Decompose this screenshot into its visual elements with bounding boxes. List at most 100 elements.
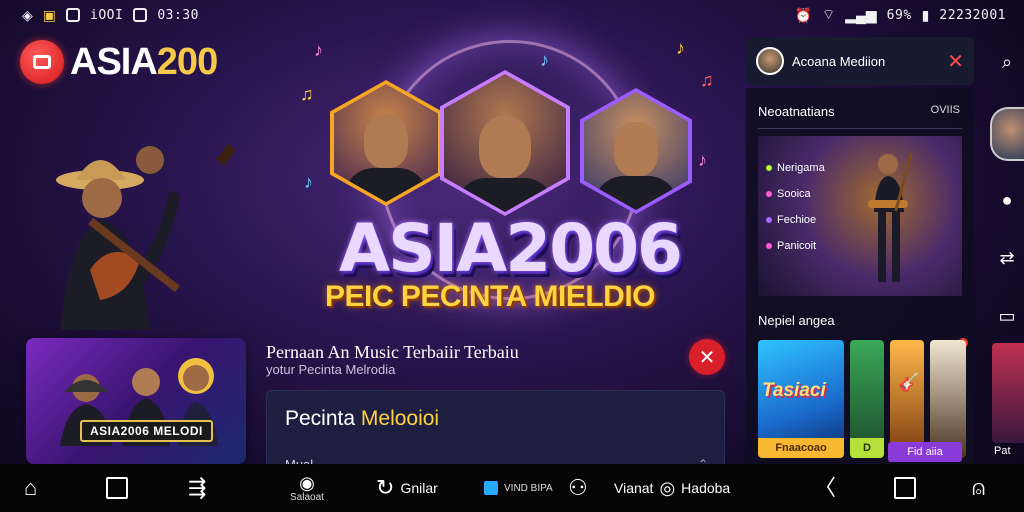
nav-profile[interactable]: ⚇ bbox=[568, 464, 588, 512]
signal-icon: ▂▄▆ bbox=[845, 6, 877, 23]
thumbnail-card[interactable]: 🎸 bbox=[890, 340, 924, 458]
nav-refresh[interactable]: ↻ Gnilar bbox=[376, 464, 438, 512]
cast-icon[interactable]: ▭ bbox=[994, 303, 1020, 329]
shield-icon: ◈ bbox=[22, 6, 33, 23]
nav-radio[interactable]: Vianat ◎ Hadoba bbox=[614, 464, 730, 512]
music-section-subtitle: yotur Pecinta Melrodia bbox=[266, 362, 396, 377]
see-more-link[interactable]: OVIIS bbox=[931, 104, 960, 116]
chat-icon[interactable]: ● bbox=[994, 187, 1020, 213]
featured-artist-card[interactable]: Nerigama Sooica Fechioe Panicoit bbox=[758, 136, 962, 296]
artist-face bbox=[364, 114, 408, 168]
genre-label: Fechioe bbox=[777, 214, 817, 226]
side-rail: ⌕ ● ⇄ ▭ Pat bbox=[988, 37, 1024, 467]
recent-thumbnails: Tasiaci Fnaacoao D 🎸 bbox=[758, 340, 966, 458]
close-button[interactable]: ✕ bbox=[689, 339, 725, 375]
refresh-icon: ↻ bbox=[376, 475, 395, 500]
avatar[interactable] bbox=[756, 47, 784, 75]
thumbnail-caption: D bbox=[850, 438, 884, 458]
search-card-highlight: Melooioi bbox=[360, 407, 440, 430]
right-panel-title: Acoana Mediion bbox=[792, 53, 886, 69]
status-bar: ◈ ▣ iOOI 03:30 ⏰ ⌔ ▂▄▆ 69% ▮ 22232001 bbox=[0, 0, 1024, 30]
music-note-icon: ♪ bbox=[698, 150, 707, 170]
radio-icon: ◎ bbox=[659, 478, 676, 498]
music-note-icon: ♪ bbox=[314, 40, 323, 60]
thumbnail-caption: Fnaacoao bbox=[758, 438, 844, 458]
music-note-icon: ♪ bbox=[304, 172, 313, 192]
record-icon: ◉ bbox=[299, 472, 315, 493]
genre-label: Nerigama bbox=[777, 162, 825, 174]
music-note-icon: ♪ bbox=[676, 38, 685, 58]
home-icon: ⌂ bbox=[24, 475, 38, 500]
status-right-text: 22232001 bbox=[939, 7, 1006, 23]
genre-label: Sooica bbox=[777, 188, 811, 200]
nav-radio-label: Hadoba bbox=[681, 480, 731, 496]
guitar-icon: 🎸 bbox=[898, 372, 921, 392]
nav-library[interactable] bbox=[106, 464, 128, 512]
genre-item[interactable]: Nerigama bbox=[766, 162, 825, 174]
nav-share[interactable]: ⇶ bbox=[188, 464, 206, 512]
shuffle-icon[interactable]: ⇄ bbox=[994, 245, 1020, 271]
app-logo[interactable]: ASIA200 bbox=[20, 40, 218, 84]
thumbnail-caption-wide: Fid aiia bbox=[888, 442, 962, 462]
battery-level: 69% bbox=[886, 7, 912, 23]
genre-item[interactable]: Sooica bbox=[766, 188, 825, 200]
back-icon: 〈 bbox=[814, 475, 837, 500]
bullet-icon bbox=[766, 217, 772, 223]
nav-recents[interactable] bbox=[894, 464, 916, 512]
thumbnail-card[interactable]: Tasiaci Fnaacoao bbox=[758, 340, 844, 458]
nav-record-label: Salaoat bbox=[290, 491, 324, 503]
featured-artist-illustration bbox=[868, 152, 913, 282]
artist-face bbox=[614, 122, 658, 176]
status-left-text: iOOI bbox=[90, 7, 124, 23]
bullet-icon bbox=[766, 243, 772, 249]
artist-face bbox=[479, 116, 531, 178]
genre-item[interactable]: Fechioe bbox=[766, 214, 825, 226]
guitarist-illustration bbox=[56, 144, 237, 330]
nav-record[interactable]: ◉ Salaoat bbox=[290, 464, 324, 512]
image-icon bbox=[66, 8, 81, 22]
nav-refresh-label: Gnilar bbox=[400, 480, 438, 496]
nav-home[interactable]: ⌂ bbox=[24, 464, 37, 512]
nav-qr[interactable]: VIND BIPA bbox=[484, 464, 553, 512]
recent-section-title: Nepiel angea bbox=[758, 313, 835, 328]
genre-label: Panicoit bbox=[777, 240, 817, 252]
promo-card[interactable]: ASIA2006 MELODI bbox=[26, 338, 246, 464]
right-panel-header[interactable]: Acoana Mediion ✕ bbox=[746, 37, 974, 85]
close-icon: ✕ bbox=[698, 346, 716, 369]
music-note-icon: ♫ bbox=[300, 84, 314, 104]
logo-text-part-a: ASIA bbox=[70, 40, 158, 83]
music-note-icon: ♪ bbox=[540, 50, 549, 70]
alarm-icon: ⏰ bbox=[794, 6, 813, 23]
search-icon[interactable]: ⌕ bbox=[994, 49, 1020, 75]
genre-item[interactable]: Panicoit bbox=[766, 240, 825, 252]
recents-icon bbox=[894, 477, 916, 499]
nav-back[interactable]: 〈 bbox=[814, 464, 836, 512]
divider bbox=[758, 128, 962, 129]
profile-icon: ⚇ bbox=[568, 475, 588, 500]
search-card-title: Pecinta Melooioi bbox=[285, 407, 439, 431]
bottom-navigation: ⌂ ⇶ ◉ Salaoat ↻ Gnilar VIND BIPA ⚇ Viana… bbox=[0, 464, 1024, 512]
search-card-prefix: Pecinta bbox=[285, 407, 356, 430]
logo-wordmark: ASIA200 bbox=[70, 40, 218, 84]
music-note-icon: ♫ bbox=[700, 70, 714, 90]
thumbnail-logo: Tasiaci bbox=[762, 380, 826, 401]
bullet-icon bbox=[766, 191, 772, 197]
library-icon bbox=[106, 477, 128, 499]
square-icon bbox=[133, 8, 148, 22]
search-card[interactable]: Pecinta Melooioi Mual ⌃ bbox=[266, 390, 725, 472]
right-panel: Neoatnatians OVIIS Nerigama Sooica Fechi… bbox=[746, 88, 974, 464]
account-icon: ⍝ bbox=[972, 475, 986, 500]
thumbnail-card[interactable] bbox=[930, 340, 966, 458]
status-time: 03:30 bbox=[157, 7, 199, 23]
nav-account[interactable]: ⍝ bbox=[972, 464, 985, 512]
nav-profile-label: Vianat bbox=[614, 480, 654, 496]
rail-thumbnail-label: Pat bbox=[994, 445, 1011, 457]
close-icon[interactable]: ✕ bbox=[947, 49, 964, 74]
thumbnail-card[interactable]: D bbox=[850, 340, 884, 458]
rail-thumbnail[interactable] bbox=[992, 343, 1024, 443]
wifi-icon: ⌔ bbox=[822, 6, 836, 22]
share-icon: ⇶ bbox=[188, 475, 207, 500]
logo-text-part-b: 200 bbox=[156, 40, 218, 83]
hero-subtitle: PEIC PECINTA MIELDIO bbox=[324, 280, 656, 313]
avatar[interactable] bbox=[990, 107, 1024, 161]
